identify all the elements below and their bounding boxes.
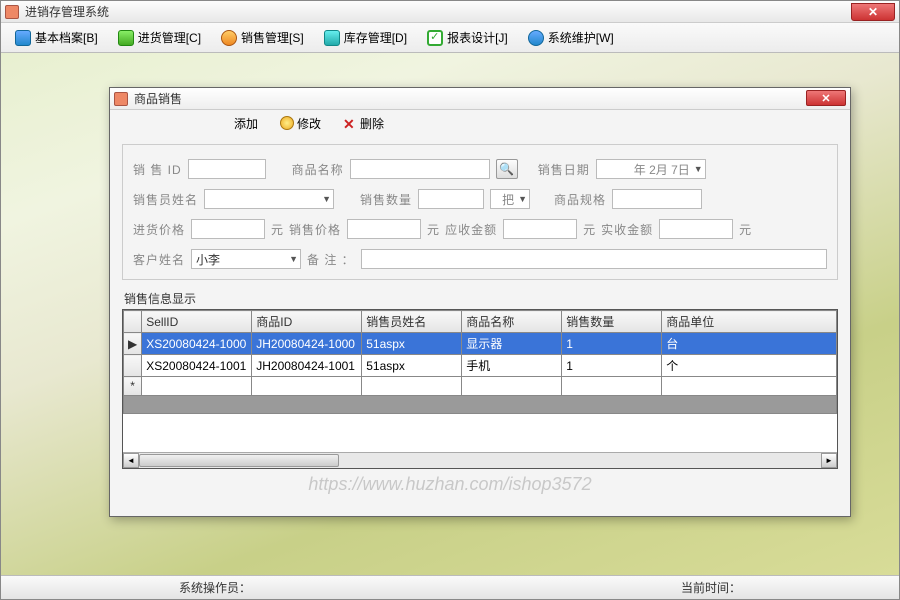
seller-name-select[interactable]: ▼ xyxy=(204,189,334,209)
purchase-price-label: 进货价格 xyxy=(133,221,185,238)
yuan-unit: 元 xyxy=(583,221,595,238)
chevron-down-icon: ▼ xyxy=(518,194,527,204)
statusbar: 系统操作员： 当前时间： xyxy=(1,575,899,599)
col-product-id[interactable]: 商品ID xyxy=(252,311,362,333)
product-name-label: 商品名称 xyxy=(292,161,344,178)
product-spec-input[interactable] xyxy=(612,189,702,209)
unit-select[interactable]: 把▼ xyxy=(490,189,530,209)
cart-icon xyxy=(118,30,134,46)
grid-container: SellID 商品ID 销售员姓名 商品名称 销售数量 商品单位 ▶ XS200… xyxy=(122,309,838,469)
sell-qty-label: 销售数量 xyxy=(360,191,412,208)
check-icon xyxy=(427,30,443,46)
coin-icon xyxy=(221,30,237,46)
receivable-input[interactable] xyxy=(503,219,577,239)
sell-date-label: 销售日期 xyxy=(538,161,590,178)
edit-button[interactable]: 修改 xyxy=(276,113,325,134)
yuan-unit: 元 xyxy=(427,221,439,238)
row-pointer: ▶ xyxy=(124,333,142,355)
sales-grid[interactable]: SellID 商品ID 销售员姓名 商品名称 销售数量 商品单位 ▶ XS200… xyxy=(123,310,837,414)
child-toolbar: 添加 修改 删除 xyxy=(110,110,850,136)
main-window: 进销存管理系统 ✕ 基本档案[B] 进货管理[C] 销售管理[S] 库存管理[D… xyxy=(0,0,900,600)
new-row[interactable]: * xyxy=(124,377,837,396)
menu-purchase[interactable]: 进货管理[C] xyxy=(110,26,209,49)
grid-header-row: SellID 商品ID 销售员姓名 商品名称 销售数量 商品单位 xyxy=(124,311,837,333)
col-product-name[interactable]: 商品名称 xyxy=(462,311,562,333)
product-name-input[interactable] xyxy=(350,159,490,179)
new-row-marker: * xyxy=(124,377,142,396)
menu-stock[interactable]: 库存管理[D] xyxy=(316,26,415,49)
sell-date-picker[interactable]: 年 2月 7日▼ xyxy=(596,159,706,179)
scroll-left-button[interactable]: ◄ xyxy=(123,453,139,468)
menu-maintain[interactable]: 系统维护[W] xyxy=(520,26,622,49)
form-panel: 销 售 ID 商品名称 🔍 销售日期 年 2月 7日▼ 销售员姓名 ▼ 销售数量 xyxy=(122,144,838,280)
sell-price-label: 销售价格 xyxy=(289,221,341,238)
col-seller[interactable]: 销售员姓名 xyxy=(362,311,462,333)
edit-icon xyxy=(280,116,294,130)
doc-icon xyxy=(15,30,31,46)
app-title: 进销存管理系统 xyxy=(25,3,109,20)
table-row[interactable]: ▶ XS20080424-1000 JH20080424-1000 51aspx… xyxy=(124,333,837,355)
sell-price-input[interactable] xyxy=(347,219,421,239)
table-row[interactable]: XS20080424-1001 JH20080424-1001 51aspx 手… xyxy=(124,355,837,377)
main-close-button[interactable]: ✕ xyxy=(851,3,895,21)
child-window-sales: 商品销售 ✕ 添加 修改 删除 销 售 ID 商品名称 🔍 销售日期 xyxy=(109,87,851,517)
scroll-right-button[interactable]: ► xyxy=(821,453,837,468)
customer-name-label: 客户姓名 xyxy=(133,251,185,268)
box-icon xyxy=(324,30,340,46)
chevron-down-icon: ▼ xyxy=(322,194,331,204)
add-button[interactable]: 添加 xyxy=(230,113,262,134)
grid-title: 销售信息显示 xyxy=(124,290,850,307)
horizontal-scrollbar[interactable]: ◄ ► xyxy=(123,452,837,468)
scroll-thumb[interactable] xyxy=(139,454,339,467)
col-qty[interactable]: 销售数量 xyxy=(562,311,662,333)
yuan-unit: 元 xyxy=(739,221,751,238)
sell-id-input[interactable] xyxy=(188,159,266,179)
status-operator-label: 系统操作员： xyxy=(179,579,329,596)
child-app-icon xyxy=(114,92,128,106)
menu-sales[interactable]: 销售管理[S] xyxy=(213,26,312,49)
received-input[interactable] xyxy=(659,219,733,239)
receivable-label: 应收金额 xyxy=(445,221,497,238)
menu-basic[interactable]: 基本档案[B] xyxy=(7,26,106,49)
gear-icon xyxy=(528,30,544,46)
menu-report[interactable]: 报表设计[J] xyxy=(419,26,516,49)
seller-name-label: 销售员姓名 xyxy=(133,191,198,208)
customer-name-select[interactable]: 小李▼ xyxy=(191,249,301,269)
status-time-label: 当前时间： xyxy=(681,579,741,596)
row-header-blank xyxy=(124,311,142,333)
main-titlebar: 进销存管理系统 ✕ xyxy=(1,1,899,23)
product-spec-label: 商品规格 xyxy=(554,191,606,208)
chevron-down-icon: ▼ xyxy=(694,164,703,174)
received-label: 实收金额 xyxy=(601,221,653,238)
child-titlebar: 商品销售 ✕ xyxy=(110,88,850,110)
menubar: 基本档案[B] 进货管理[C] 销售管理[S] 库存管理[D] 报表设计[J] … xyxy=(1,23,899,53)
mdi-client-area: 商品销售 ✕ 添加 修改 删除 销 售 ID 商品名称 🔍 销售日期 xyxy=(1,53,899,575)
search-icon: 🔍 xyxy=(499,162,514,176)
search-button[interactable]: 🔍 xyxy=(496,159,518,179)
col-unit[interactable]: 商品单位 xyxy=(662,311,837,333)
app-icon xyxy=(5,5,19,19)
purchase-price-input[interactable] xyxy=(191,219,265,239)
child-close-button[interactable]: ✕ xyxy=(806,90,846,106)
chevron-down-icon: ▼ xyxy=(289,254,298,264)
remark-label: 备 注 ： xyxy=(307,251,355,268)
sell-id-label: 销 售 ID xyxy=(133,161,182,178)
row-header xyxy=(124,355,142,377)
delete-icon xyxy=(343,116,357,130)
remark-input[interactable] xyxy=(361,249,827,269)
grid-filler xyxy=(124,396,837,414)
sell-qty-input[interactable] xyxy=(418,189,484,209)
col-sell-id[interactable]: SellID xyxy=(142,311,252,333)
child-title: 商品销售 xyxy=(134,90,182,107)
yuan-unit: 元 xyxy=(271,221,283,238)
delete-button[interactable]: 删除 xyxy=(339,113,388,134)
